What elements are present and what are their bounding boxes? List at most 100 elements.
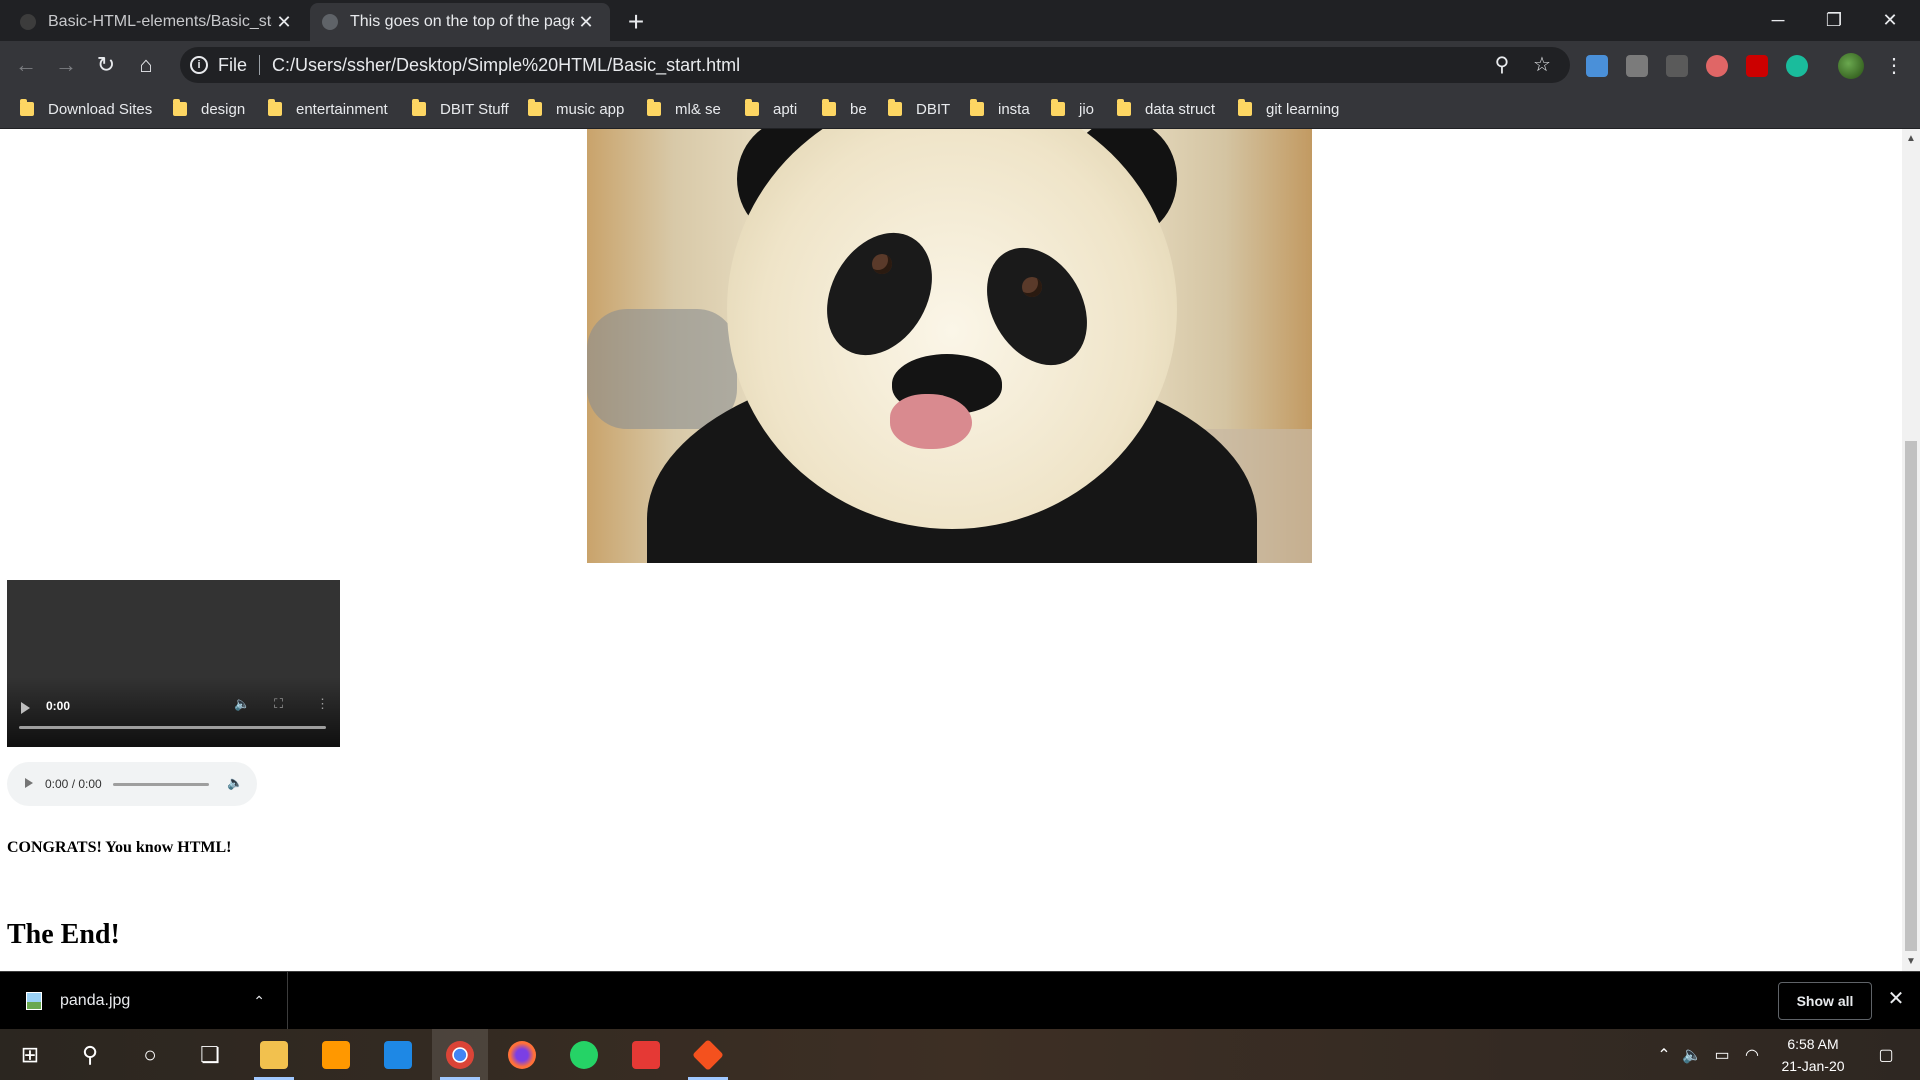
bookmark-label: be xyxy=(850,100,867,118)
bookmark-label: design xyxy=(201,100,246,118)
address-separator xyxy=(259,55,261,75)
task-view-icon[interactable]: ❏ xyxy=(182,1029,238,1080)
bookmark-folder[interactable]: music app xyxy=(528,95,624,123)
folder-icon xyxy=(1117,99,1131,116)
bookmark-folder[interactable]: insta xyxy=(970,95,1030,123)
page-scrollbar[interactable]: ▲ ▼ xyxy=(1902,129,1920,971)
congrats-text: CONGRATS! You know HTML! xyxy=(7,839,232,856)
chevron-up-icon[interactable]: ⌃ xyxy=(253,993,265,1010)
address-bar[interactable]: i File C:/Users/ssher/Desktop/Simple%20H… xyxy=(180,47,1570,83)
audio-play-icon[interactable] xyxy=(25,778,33,788)
new-tab-button[interactable]: + xyxy=(620,7,652,39)
zoom-icon[interactable]: ⚲ xyxy=(1490,53,1514,77)
audio-time: 0:00 / 0:00 xyxy=(45,777,102,791)
folder-icon xyxy=(1238,99,1252,116)
bookmark-folder[interactable]: apti xyxy=(745,95,797,123)
close-window-button[interactable]: ✕ xyxy=(1862,0,1918,41)
video-more-icon[interactable]: ⋮ xyxy=(316,696,329,712)
folder-icon xyxy=(260,1040,288,1069)
scroll-up-icon[interactable]: ▲ xyxy=(1906,133,1916,144)
video-play-icon[interactable] xyxy=(21,702,30,714)
git-icon[interactable] xyxy=(680,1029,736,1080)
vscode-glyph xyxy=(384,1040,412,1069)
folder-icon xyxy=(1051,99,1065,116)
bookmark-star-icon[interactable]: ☆ xyxy=(1530,53,1554,77)
firefox-icon[interactable] xyxy=(494,1029,550,1080)
folder-icon xyxy=(647,99,661,116)
home-icon[interactable]: ⌂ xyxy=(130,49,162,81)
audio-volume-icon[interactable]: 🔈 xyxy=(227,775,243,791)
tab-current-page[interactable]: This goes on the top of the page ✕ xyxy=(310,3,610,41)
vscode-icon[interactable] xyxy=(370,1029,426,1080)
wifi-icon[interactable]: ◠ xyxy=(1740,1029,1764,1080)
chrome-icon[interactable] xyxy=(432,1029,488,1080)
windows-start-icon[interactable]: ⊞ xyxy=(2,1029,58,1080)
firefox-glyph xyxy=(508,1040,536,1069)
restore-button[interactable]: ❐ xyxy=(1806,0,1862,41)
extension-6-icon[interactable] xyxy=(1786,55,1808,77)
show-all-button[interactable]: Show all xyxy=(1778,982,1872,1020)
bookmark-folder[interactable]: ml& se xyxy=(647,95,721,123)
show-hidden-icons-icon[interactable]: ⌃ xyxy=(1652,1029,1676,1080)
extension-4-icon[interactable] xyxy=(1706,55,1728,77)
volume-icon[interactable]: 🔈 xyxy=(1680,1029,1704,1080)
bookmark-folder[interactable]: DBIT xyxy=(888,95,950,123)
extension-3-icon[interactable] xyxy=(1666,55,1688,77)
profile-avatar[interactable] xyxy=(1838,53,1864,79)
address-url[interactable]: C:/Users/ssher/Desktop/Simple%20HTML/Bas… xyxy=(272,55,740,76)
folder-icon xyxy=(268,99,282,116)
bookmark-folder[interactable]: git learning xyxy=(1238,95,1339,123)
bookmark-folder[interactable]: jio xyxy=(1051,95,1094,123)
folder-icon xyxy=(745,99,759,116)
video-time: 0:00 xyxy=(46,699,71,713)
battery-icon[interactable]: ▭ xyxy=(1710,1029,1734,1080)
extension-2-icon[interactable] xyxy=(1626,55,1648,77)
bookmark-label: insta xyxy=(998,100,1030,118)
panda-image xyxy=(587,129,1312,563)
file-explorer-icon[interactable] xyxy=(246,1029,302,1080)
video-fullscreen-icon[interactable]: ⛶ xyxy=(274,696,283,712)
tab-basic-html[interactable]: Basic-HTML-elements/Basic_start ✕ xyxy=(8,3,308,41)
download-item[interactable]: panda.jpg ⌃ xyxy=(0,972,288,1030)
folder-icon xyxy=(20,99,34,116)
search-icon[interactable]: ⚲ xyxy=(62,1029,118,1080)
close-download-shelf-icon[interactable]: ✕ xyxy=(1884,987,1908,1011)
bookmark-folder[interactable]: DBIT Stuff xyxy=(412,95,509,123)
folder-icon xyxy=(173,99,187,116)
bookmark-folder[interactable]: design xyxy=(173,95,245,123)
scroll-down-icon[interactable]: ▼ xyxy=(1906,956,1916,967)
app-red-icon[interactable] xyxy=(618,1029,674,1080)
bookmark-folder[interactable]: Download Sites xyxy=(20,95,152,123)
bookmark-folder[interactable]: data struct xyxy=(1117,95,1215,123)
forward-arrow-icon[interactable]: → xyxy=(50,49,82,81)
audio-player[interactable]: 0:00 / 0:00 🔈 xyxy=(7,762,257,806)
bookmark-label: Download Sites xyxy=(48,100,153,118)
video-progress-bar[interactable] xyxy=(19,726,326,729)
bookmark-label: DBIT xyxy=(916,100,951,118)
site-info-icon[interactable]: i xyxy=(190,56,208,74)
video-player[interactable]: 0:00 🔈 ⛶ ⋮ xyxy=(7,580,340,747)
bookmark-folder[interactable]: be xyxy=(822,95,867,123)
cortana-icon[interactable]: ○ xyxy=(122,1029,178,1080)
chrome-menu-icon[interactable]: ⋮ xyxy=(1884,51,1904,81)
close-tab-icon[interactable]: ✕ xyxy=(574,12,598,33)
reload-icon[interactable]: ↻ xyxy=(90,49,122,81)
sublime-text-icon[interactable] xyxy=(308,1029,364,1080)
audio-progress-bar[interactable] xyxy=(113,783,209,786)
bookmark-folder[interactable]: entertainment xyxy=(268,95,388,123)
back-arrow-icon[interactable]: ← xyxy=(10,49,42,81)
tab-title: This goes on the top of the page xyxy=(350,13,574,30)
close-tab-icon[interactable]: ✕ xyxy=(272,12,296,33)
folder-icon xyxy=(412,99,426,116)
video-volume-icon[interactable]: 🔈 xyxy=(234,696,250,712)
ublock-icon[interactable] xyxy=(1746,55,1768,77)
notifications-icon[interactable]: ▢ xyxy=(1866,1029,1906,1080)
whatsapp-icon[interactable] xyxy=(556,1029,612,1080)
minimize-button[interactable]: ─ xyxy=(1750,0,1806,41)
bookmark-label: jio xyxy=(1079,100,1095,118)
scroll-thumb[interactable] xyxy=(1905,441,1917,951)
bookmark-label: apti xyxy=(773,100,798,118)
folder-icon xyxy=(528,99,542,116)
system-clock[interactable]: 6:58 AM 21-Jan-20 xyxy=(1768,1033,1858,1077)
extension-1-icon[interactable] xyxy=(1586,55,1608,77)
